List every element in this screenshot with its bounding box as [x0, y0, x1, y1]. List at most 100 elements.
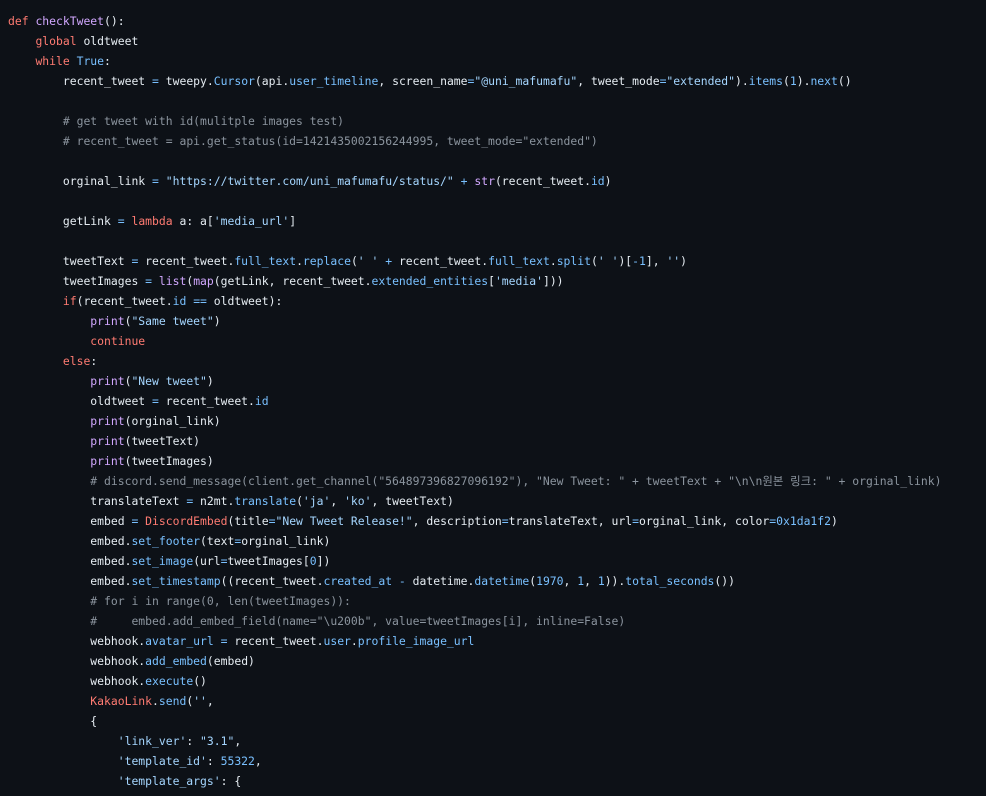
code-token-keyword: else: [62, 354, 91, 368]
code-token-constant: 0: [309, 554, 317, 568]
code-token-constant: set_image: [131, 554, 194, 568]
code-line: print("New tweet"): [8, 371, 986, 391]
code-token-plain: ,: [563, 574, 578, 588]
code-line: 'template_id': 55322,: [8, 751, 986, 771]
code-token-string: "@uni_mafumafu": [474, 74, 578, 88]
code-token-plain: (: [783, 74, 790, 88]
code-token-constant: =: [152, 174, 159, 188]
code-token-plain: recent_tweet.: [227, 634, 324, 648]
code-token-plain: ): [604, 174, 612, 188]
code-token-plain: .: [549, 254, 557, 268]
code-token-plain: recent_tweet.: [138, 254, 235, 268]
code-token-constant: add_embed: [145, 654, 207, 668]
code-token-plain: oldtweet):: [206, 294, 283, 308]
code-token-plain: (: [350, 254, 358, 268]
code-line: oldtweet = recent_tweet.id: [8, 391, 986, 411]
code-token-plain: (tweetText): [124, 434, 201, 448]
code-token-plain: ],: [645, 254, 667, 268]
code-line: translateText = n2mt.translate('ja', 'ko…: [8, 491, 986, 511]
code-token-plain: :: [186, 734, 201, 748]
code-line: continue: [8, 331, 986, 351]
code-token-plain: tweetText: [62, 254, 132, 268]
code-token-constant: execute: [145, 674, 194, 688]
code-token-plain: :: [104, 54, 111, 68]
code-token-plain: .: [350, 634, 358, 648]
code-token-plain: (: [591, 254, 598, 268]
code-token-string: 'media': [494, 274, 543, 288]
code-token-plain: , description: [412, 514, 502, 528]
code-token-plain: orginal_link): [241, 534, 331, 548]
code-token-keyword: KakaoLink: [90, 694, 153, 708]
code-line: print(orginal_link): [8, 411, 986, 431]
code-token-function: print: [90, 374, 125, 388]
code-token-plain: ])): [542, 274, 564, 288]
code-token-constant: user_timeline: [289, 74, 379, 88]
code-token-string: 'ja': [302, 494, 331, 508]
code-token-plain: (embed): [206, 654, 255, 668]
code-line: tweetText = recent_tweet.full_text.repla…: [8, 251, 986, 271]
code-line: tweetImages = list(map(getLink, recent_t…: [8, 271, 986, 291]
code-token-plain: ).: [796, 74, 811, 88]
code-token-keyword: DiscordEmbed: [145, 514, 228, 528]
code-line: print("Same tweet"): [8, 311, 986, 331]
code-line: recent_tweet = tweepy.Cursor(api.user_ti…: [8, 71, 986, 91]
code-token-plain: (api.: [254, 74, 290, 88]
code-token-string: 'ko': [344, 494, 372, 508]
code-token-constant: 55322: [220, 754, 255, 768]
code-line: 'template_args': {: [8, 771, 986, 791]
code-line: webhook.add_embed(embed): [8, 651, 986, 671]
code-token-plain: (): [193, 674, 207, 688]
code-token-plain: translateText, url: [508, 514, 633, 528]
code-line: def checkTweet():: [8, 11, 986, 31]
code-view: def checkTweet(): global oldtweet while …: [0, 0, 986, 796]
code-line: 'link_ver': "3.1",: [8, 731, 986, 751]
code-token-plain: (orginal_link): [124, 414, 221, 428]
code-token-constant: set_timestamp: [131, 574, 221, 588]
code-line: # discord.send_message(client.get_channe…: [8, 471, 986, 491]
code-token-keyword: def: [8, 14, 29, 28]
code-token-constant: translate: [234, 494, 297, 508]
code-token-plain: (getLink, recent_tweet.: [213, 274, 372, 288]
code-token-plain: n2mt.: [193, 494, 235, 508]
code-token-plain: ,: [330, 494, 345, 508]
code-line: else:: [8, 351, 986, 371]
code-line: orginal_link = "https://twitter.com/uni_…: [8, 171, 986, 191]
code-token-function: print: [90, 314, 125, 328]
code-token-string: ' ': [597, 254, 619, 268]
code-token-string: "3.1": [200, 734, 235, 748]
code-line: # get tweet with id(mulitple images test…: [8, 111, 986, 131]
code-token-comment: # for i in range(0, len(tweetImages)):: [90, 594, 351, 608]
code-token-plain: (recent_tweet.: [76, 294, 173, 308]
code-token-constant: created_at: [323, 574, 393, 588]
code-token-string: "https://twitter.com/uni_mafumafu/status…: [165, 174, 454, 188]
code-token-plain: ((recent_tweet.: [220, 574, 324, 588]
code-token-keyword: continue: [90, 334, 146, 348]
code-token-constant: split: [556, 254, 591, 268]
code-token-plain: ,: [206, 694, 214, 708]
code-token-keyword: if: [62, 294, 77, 308]
code-token-keyword: lambda: [131, 214, 173, 228]
code-line: getLink = lambda a: a['media_url']: [8, 211, 986, 231]
code-token-keyword: global: [35, 34, 77, 48]
code-token-plain: recent_tweet.: [158, 394, 255, 408]
code-block: def checkTweet(): global oldtweet while …: [8, 11, 986, 791]
code-token-comment: # embed.add_embed_field(name="\u200b", v…: [90, 614, 626, 628]
code-token-constant: =: [501, 514, 509, 528]
code-token-function: print: [90, 434, 125, 448]
code-line: embed = DiscordEmbed(title = "New Tweet Re…: [8, 511, 986, 531]
code-token-plain: recent_tweet: [62, 74, 153, 88]
code-token-constant: extended_entities: [371, 274, 489, 288]
code-line: print(tweetImages): [8, 451, 986, 471]
code-token-constant: =: [145, 274, 153, 288]
code-line: print(tweetText): [8, 431, 986, 451]
code-token-comment: # discord.send_message(client.get_channe…: [90, 474, 942, 488]
code-token-plain: ():: [104, 14, 125, 28]
code-token-plain: (: [296, 494, 303, 508]
code-token-plain: ): [206, 374, 214, 388]
